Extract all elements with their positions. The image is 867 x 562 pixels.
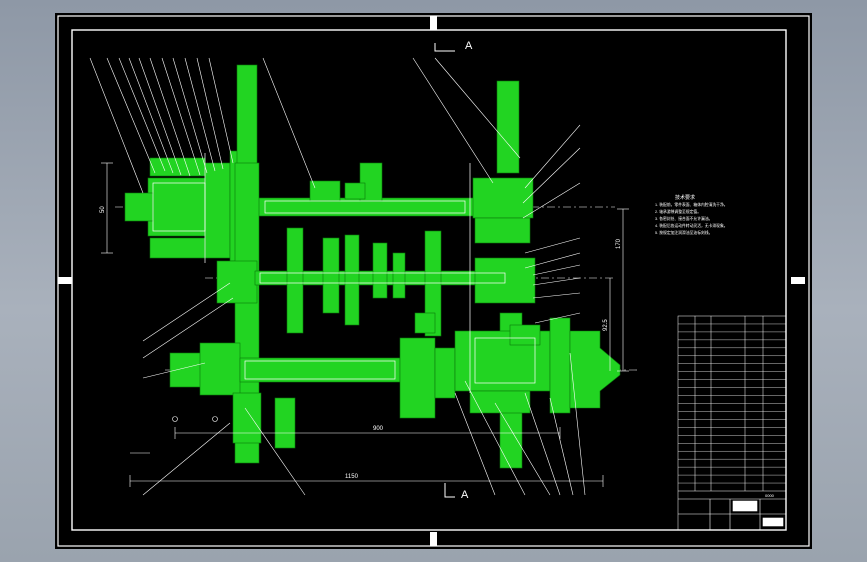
technical-notes: 技术要求 1. 装配前，零件表面、箱体内腔清洗干净。 2. 轴承游隙调整至规定值… [655, 194, 728, 235]
section-marker-bottom: A [444, 483, 469, 501]
note-2: 2. 轴承游隙调整至规定值。 [655, 209, 701, 214]
assembly-drawing: A A 1150 900 170 92.5 50 技术要求 1. 装配前，零件表… [57, 15, 810, 547]
section-label-top: A [465, 40, 473, 52]
dim-left: 50 [100, 206, 106, 213]
dim-height-sub: 92.5 [603, 319, 609, 331]
dim-height-total: 170 [616, 238, 622, 249]
note-4: 4. 装配后各运动件转动灵活，无卡滞现象。 [655, 223, 728, 228]
section-label-bottom: A [461, 489, 469, 501]
note-5: 5. 按规定加注润滑油至油标刻线。 [655, 230, 712, 235]
note-3: 3. 各密封处、接合面不允许漏油。 [655, 216, 712, 221]
parts-list-rows [678, 323, 786, 484]
notes-title: 技术要求 [675, 194, 695, 201]
dim-inner-length: 900 [373, 426, 384, 432]
section-marker-top: A [434, 40, 473, 52]
note-1: 1. 装配前，零件表面、箱体内腔清洗干净。 [655, 202, 728, 207]
drawing-number: 0000 [765, 493, 775, 498]
dim-overall-length: 1150 [345, 474, 359, 480]
middle-shaft-assembly [216, 227, 536, 337]
cad-viewport[interactable]: A A 1150 900 170 92.5 50 技术要求 1. 装配前，零件表… [55, 13, 812, 549]
